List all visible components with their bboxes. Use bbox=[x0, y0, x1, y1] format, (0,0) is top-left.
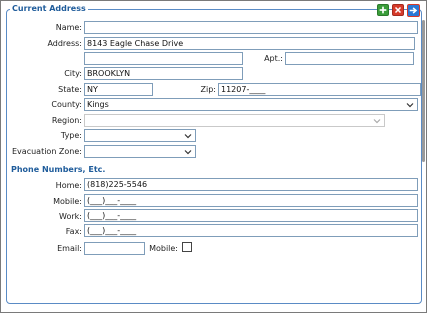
close-icon bbox=[394, 6, 402, 14]
region-select[interactable] bbox=[84, 114, 385, 127]
chevron-down-icon bbox=[184, 134, 192, 139]
arrow-right-icon bbox=[409, 7, 418, 14]
next-button[interactable] bbox=[407, 4, 420, 17]
plus-icon bbox=[379, 6, 387, 14]
evacuation-zone-select[interactable] bbox=[84, 145, 196, 158]
region-label: Region: bbox=[51, 116, 82, 125]
delete-button[interactable] bbox=[392, 4, 404, 16]
email-mobile-checkbox[interactable] bbox=[182, 242, 192, 252]
home-phone-label: Home: bbox=[55, 181, 82, 190]
type-label: Type: bbox=[60, 131, 82, 140]
apt-label: Apt.: bbox=[264, 54, 283, 63]
chevron-down-icon bbox=[406, 103, 414, 108]
current-address-heading: Current Address bbox=[10, 4, 88, 14]
mobile-phone-field[interactable]: (___)___-____ bbox=[84, 194, 418, 207]
type-select[interactable] bbox=[84, 129, 196, 142]
chevron-down-icon bbox=[373, 119, 381, 124]
address-line2-field[interactable] bbox=[84, 52, 243, 65]
evacuation-zone-label: Evacuation Zone: bbox=[12, 147, 82, 156]
state-field[interactable]: NY bbox=[84, 83, 153, 96]
county-value: Kings bbox=[87, 100, 109, 109]
home-phone-field[interactable]: (818)225-5546 bbox=[84, 178, 418, 191]
zip-label: Zip: bbox=[200, 85, 216, 94]
chevron-down-icon bbox=[184, 150, 192, 155]
scrollbar[interactable] bbox=[422, 20, 425, 162]
work-phone-label: Work: bbox=[59, 212, 82, 221]
phone-numbers-heading: Phone Numbers, Etc. bbox=[11, 165, 106, 174]
address-label: Address: bbox=[47, 39, 82, 48]
name-label: Name: bbox=[55, 23, 82, 32]
address-field[interactable]: 8143 Eagle Chase Drive bbox=[84, 37, 415, 50]
zip-field[interactable]: 11207-____ bbox=[218, 83, 421, 96]
apt-field[interactable] bbox=[285, 52, 414, 65]
state-label: State: bbox=[58, 85, 82, 94]
email-mobile-label: Mobile: bbox=[149, 244, 178, 253]
email-field[interactable] bbox=[84, 242, 145, 255]
county-select[interactable]: Kings bbox=[84, 98, 418, 111]
city-label: City: bbox=[64, 69, 82, 78]
email-label: Email: bbox=[57, 244, 82, 253]
window-frame: Current Address Name: Address: 8143 Eagl… bbox=[0, 0, 427, 313]
county-label: County: bbox=[51, 100, 82, 109]
city-field[interactable]: BROOKLYN bbox=[84, 67, 243, 80]
mobile-phone-label: Mobile: bbox=[53, 197, 82, 206]
name-field[interactable] bbox=[84, 21, 418, 34]
add-button[interactable] bbox=[377, 4, 389, 16]
work-phone-field[interactable]: (___)___-____ bbox=[84, 209, 418, 222]
fax-field[interactable]: (___)___-____ bbox=[84, 224, 418, 237]
fax-label: Fax: bbox=[65, 227, 82, 236]
